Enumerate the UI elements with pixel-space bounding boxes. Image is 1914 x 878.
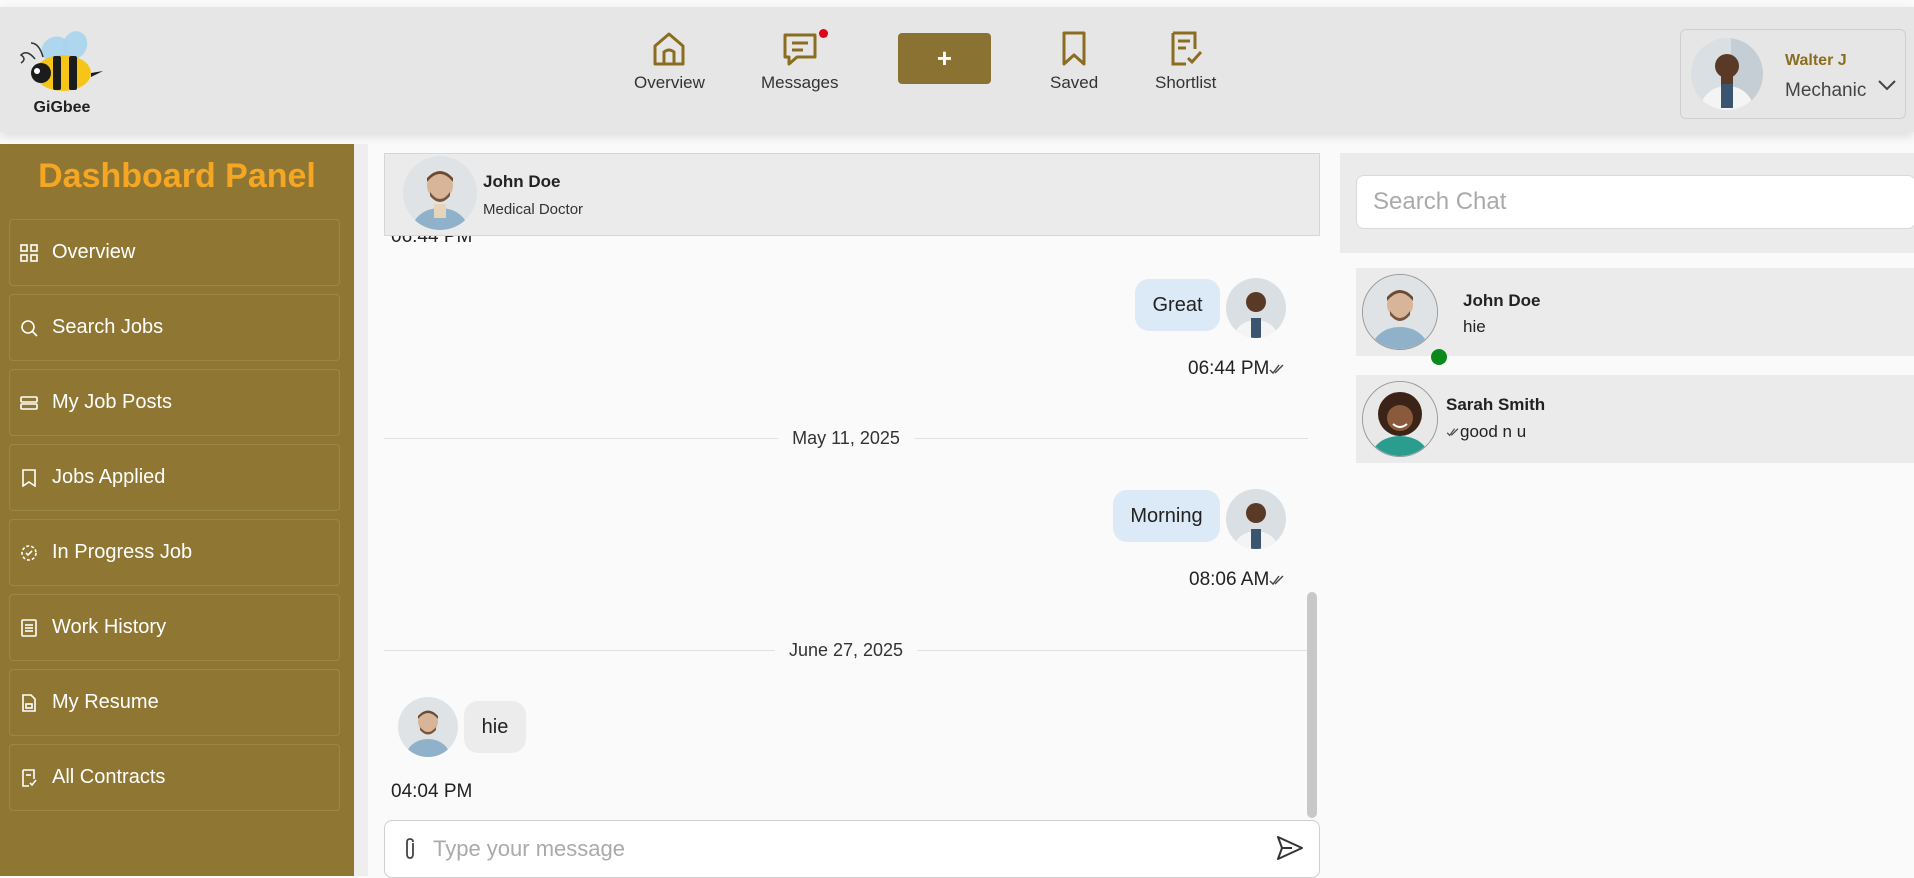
message-time: 08:06 AM — [1189, 569, 1270, 590]
sidebar-item-label: Search Jobs — [52, 316, 164, 338]
chat-header: John Doe Medical Doctor — [384, 153, 1320, 236]
conversation-name: Sarah Smith — [1446, 395, 1546, 414]
sidebar: Dashboard Panel Overview Search Jobs My … — [0, 144, 354, 876]
nav-saved[interactable]: Saved — [1050, 27, 1098, 93]
avatar — [1226, 489, 1286, 549]
nav-shortlist[interactable]: Shortlist — [1155, 27, 1216, 93]
avatar — [403, 156, 477, 230]
double-check-icon — [1446, 428, 1459, 437]
sidebar-item-search-jobs[interactable]: Search Jobs — [9, 294, 340, 361]
paperclip-icon[interactable] — [403, 837, 417, 861]
search-icon — [20, 319, 38, 337]
sidebar-item-label: In Progress Job — [52, 541, 193, 563]
date-separator: May 11, 2025 — [384, 428, 1308, 448]
message-time-row: 08:06 AM — [1189, 569, 1285, 591]
contract-icon — [20, 768, 38, 787]
double-check-icon — [1269, 575, 1284, 586]
chat-gutter — [354, 144, 368, 876]
chevron-down-icon[interactable] — [1877, 78, 1897, 92]
list-icon — [20, 618, 38, 637]
message-composer — [384, 820, 1320, 878]
avatar — [1362, 381, 1438, 457]
message-time: 06:44 PM — [1188, 358, 1270, 379]
doctor-avatar-icon — [1691, 38, 1763, 110]
nav-overview[interactable]: Overview — [634, 27, 705, 93]
bee-logo-icon — [19, 31, 103, 91]
message-bubble-outgoing[interactable]: Morning — [1113, 490, 1220, 542]
message-time-row: 04:04 PM — [391, 781, 472, 803]
man-avatar-icon — [403, 156, 477, 230]
app-name: GiGbee — [33, 99, 91, 116]
sidebar-item-in-progress-job[interactable]: In Progress Job — [9, 519, 340, 586]
conversation-preview-row: good n u — [1446, 422, 1526, 442]
stack-icon — [20, 394, 38, 412]
date-separator-label: May 11, 2025 — [778, 428, 914, 448]
sidebar-item-my-resume[interactable]: My Resume — [9, 669, 340, 736]
shortlist-icon — [1171, 31, 1202, 66]
message-time-row: 06:44 PM — [1188, 358, 1285, 380]
nav-overview-label: Overview — [634, 73, 705, 92]
send-icon[interactable] — [1276, 835, 1304, 861]
bookmark-icon — [1062, 31, 1086, 66]
conversation-item-sarah-smith[interactable]: Sarah Smith good n u — [1356, 375, 1914, 463]
profile-role: Mechanic — [1785, 80, 1867, 101]
sidebar-title: Dashboard Panel — [38, 157, 316, 195]
sidebar-item-label: Jobs Applied — [52, 466, 166, 488]
message-icon — [783, 33, 817, 66]
message-time: 04:04 PM — [391, 781, 473, 802]
conversation-panel — [1340, 153, 1914, 876]
sidebar-item-my-job-posts[interactable]: My Job Posts — [9, 369, 340, 436]
chat-contact-name: John Doe — [483, 172, 561, 191]
sidebar-item-all-contracts[interactable]: All Contracts — [9, 744, 340, 811]
nav-messages[interactable]: Messages — [761, 27, 838, 93]
message-bubble-incoming[interactable]: hie — [464, 701, 526, 753]
conversation-name: John Doe — [1463, 291, 1541, 310]
chat-scrollbar[interactable] — [1307, 592, 1317, 818]
conversation-preview: hie — [1463, 317, 1486, 336]
notification-dot — [819, 29, 829, 38]
file-icon — [20, 693, 38, 712]
nav-messages-label: Messages — [761, 73, 839, 92]
nav-shortlist-label: Shortlist — [1155, 73, 1217, 92]
nav-saved-label: Saved — [1050, 73, 1099, 92]
chat-contact-role: Medical Doctor — [483, 201, 584, 218]
conversation-preview: good n u — [1460, 422, 1527, 441]
create-post-button[interactable]: + — [898, 33, 991, 84]
home-icon — [653, 32, 685, 66]
app-logo[interactable]: GiGbee — [16, 27, 108, 117]
sidebar-item-label: My Job Posts — [52, 391, 173, 413]
sidebar-item-label: Overview — [52, 241, 136, 263]
message-input[interactable] — [431, 833, 1235, 865]
online-status-dot — [1431, 349, 1447, 365]
progress-icon — [20, 544, 38, 562]
double-check-icon — [1269, 364, 1284, 375]
sidebar-item-overview[interactable]: Overview — [9, 219, 340, 286]
avatar — [398, 697, 458, 757]
message-bubble-outgoing[interactable]: Great — [1135, 279, 1220, 331]
bookmark-check-icon — [20, 468, 38, 487]
top-header: GiGbee Overview Messages + Saved Shortli… — [0, 7, 1914, 132]
sidebar-item-jobs-applied[interactable]: Jobs Applied — [9, 444, 340, 511]
avatar — [1362, 274, 1438, 350]
grid-icon — [20, 243, 38, 262]
date-separator-label: June 27, 2025 — [774, 640, 918, 660]
date-separator: June 27, 2025 — [384, 640, 1308, 660]
sidebar-item-label: My Resume — [52, 691, 159, 713]
profile-menu[interactable]: Walter J Mechanic — [1680, 29, 1906, 119]
conversation-item-john-doe[interactable]: John Doe hie — [1356, 268, 1914, 365]
avatar — [1691, 38, 1763, 110]
sidebar-item-label: All Contracts — [52, 766, 166, 788]
profile-name: Walter J — [1785, 52, 1847, 69]
sidebar-item-label: Work History — [52, 616, 167, 638]
sidebar-item-work-history[interactable]: Work History — [9, 594, 340, 661]
search-chat-input[interactable] — [1356, 175, 1914, 229]
avatar — [1226, 278, 1286, 338]
